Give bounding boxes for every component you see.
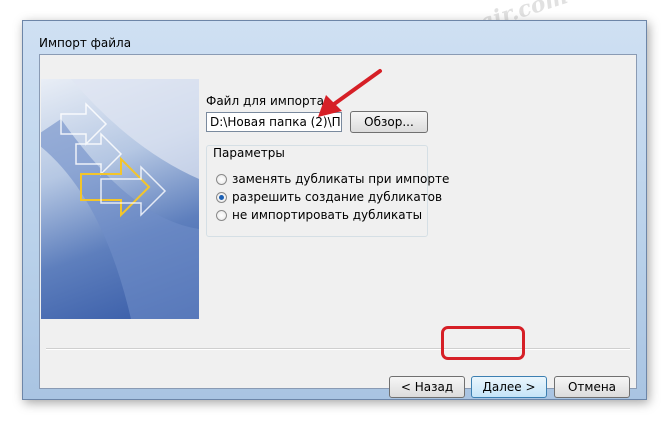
window-title: Импорт файла (39, 36, 132, 50)
options-legend: Параметры (210, 146, 288, 160)
footer-separator (46, 348, 630, 350)
radio-label: не импортировать дубликаты (232, 208, 423, 222)
dialog-body: Файл для импорта: D:\Новая папка (2)\Пис… (39, 54, 637, 398)
title-bar: Импорт файла (23, 21, 646, 51)
red-arrow-icon (318, 69, 382, 117)
radio-button-icon[interactable] (216, 173, 227, 185)
wizard-side-image (41, 79, 199, 319)
import-file-dialog: Импорт файла Файл для импорта: D:\Новая … (22, 20, 647, 400)
radio-label: разрешить создание дубликатов (232, 190, 443, 204)
radio-allow-duplicates[interactable]: разрешить создание дубликатов (216, 189, 442, 205)
cancel-button[interactable]: Отмена (554, 376, 630, 398)
radio-replace-duplicates[interactable]: заменять дубликаты при импорте (216, 171, 449, 187)
wizard-art-icon (41, 79, 199, 319)
next-button-highlight (441, 326, 525, 360)
radio-do-not-import-duplicates[interactable]: не импортировать дубликаты (216, 207, 422, 223)
radio-button-icon[interactable] (216, 209, 227, 221)
next-button[interactable]: Далее > (471, 376, 547, 398)
radio-label: заменять дубликаты при импорте (232, 172, 450, 186)
radio-button-selected-icon[interactable] (216, 191, 227, 203)
back-button[interactable]: < Назад (389, 376, 465, 398)
